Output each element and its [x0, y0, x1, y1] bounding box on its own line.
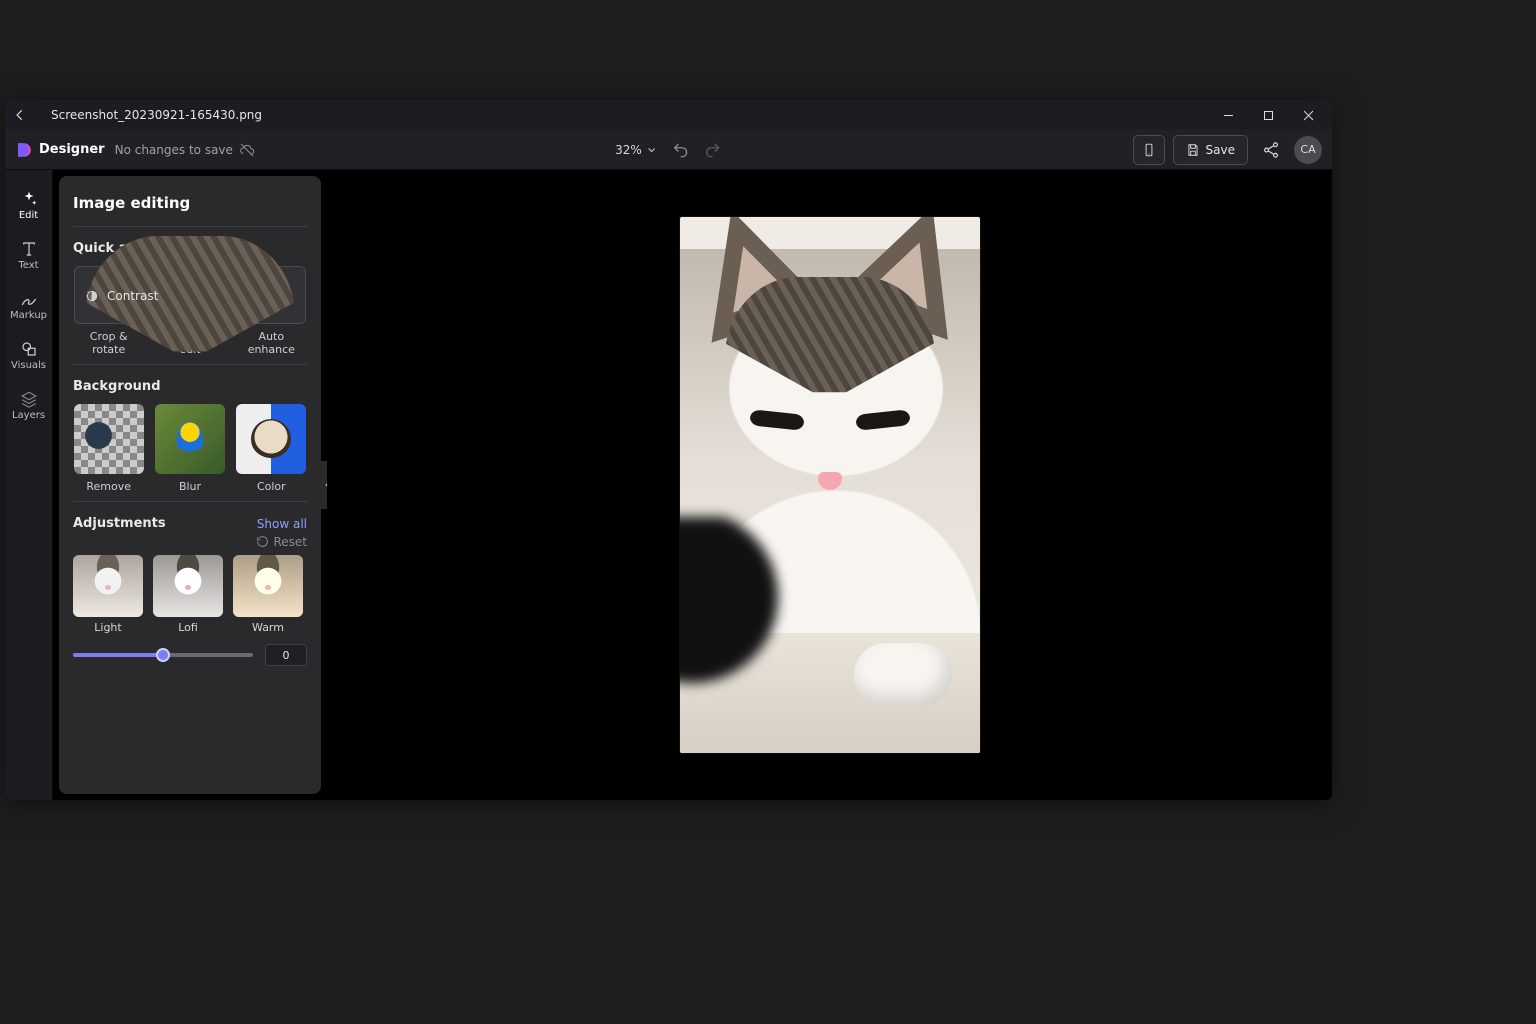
back-button[interactable] — [13, 108, 33, 122]
main-area: Edit Text Markup Visuals — [5, 170, 1332, 800]
save-status: No changes to save — [115, 142, 255, 158]
filter-light-thumb — [73, 555, 143, 617]
designer-logo-icon — [15, 141, 33, 159]
share-icon — [1262, 141, 1280, 159]
rail-layers[interactable]: Layers — [5, 380, 52, 430]
chevron-down-icon — [646, 144, 658, 156]
redo-button[interactable] — [704, 141, 722, 159]
rail-edit[interactable]: Edit — [5, 180, 52, 230]
filter-warm[interactable]: Warm — [233, 555, 303, 634]
show-all-link[interactable]: Show all — [257, 517, 307, 531]
layers-icon — [20, 390, 38, 408]
app-window: Screenshot_20230921-165430.png Designer … — [5, 100, 1332, 800]
filter-light[interactable]: Light — [73, 555, 143, 634]
rail-visuals[interactable]: Visuals — [5, 330, 52, 380]
edited-image[interactable] — [680, 217, 980, 753]
user-avatar[interactable]: CA — [1294, 136, 1322, 164]
save-icon — [1186, 143, 1200, 157]
reset-icon — [256, 535, 269, 548]
brightness-slider[interactable] — [73, 653, 253, 657]
bg-blur-thumb — [155, 404, 225, 474]
filter-warm-thumb — [233, 555, 303, 617]
window-close-button[interactable] — [1288, 100, 1328, 130]
brightness-row: Brightness 0 — [73, 644, 307, 666]
filter-lofi[interactable]: Lofi — [153, 555, 223, 634]
zoom-dropdown[interactable]: 32% — [615, 143, 658, 157]
bg-color-thumb — [236, 404, 306, 474]
reset-button[interactable]: Reset — [73, 535, 307, 549]
save-button[interactable]: Save — [1173, 135, 1248, 165]
phone-icon — [1142, 141, 1156, 159]
draw-icon — [20, 290, 38, 308]
shapes-icon — [20, 340, 38, 358]
cloud-off-icon — [239, 142, 255, 158]
contrast-label: Contrast — [107, 289, 158, 303]
bg-remove-thumb — [74, 404, 144, 474]
title-bar: Screenshot_20230921-165430.png — [5, 100, 1332, 130]
text-icon — [20, 240, 38, 258]
adjustments-heading: Adjustments — [73, 516, 166, 531]
canvas[interactable] — [327, 170, 1332, 800]
background-heading: Background — [73, 379, 307, 394]
rail-text[interactable]: Text — [5, 230, 52, 280]
bg-blur[interactable]: Blur — [154, 404, 225, 493]
share-button[interactable] — [1256, 135, 1286, 165]
bg-color[interactable]: Color — [236, 404, 307, 493]
edit-panel: Image editing Quick actions Crop & rotat… — [59, 176, 321, 794]
brightness-value: 0 — [265, 644, 307, 666]
tool-rail: Edit Text Markup Visuals — [5, 170, 53, 800]
undo-button[interactable] — [672, 141, 690, 159]
app-toolbar: Designer No changes to save 32% Save — [5, 130, 1332, 170]
app-name: Designer — [39, 142, 105, 157]
sparkle-icon — [20, 190, 38, 208]
window-minimize-button[interactable] — [1208, 100, 1248, 130]
panel-title: Image editing — [73, 194, 307, 212]
file-name: Screenshot_20230921-165430.png — [51, 108, 262, 122]
bg-remove[interactable]: Remove — [73, 404, 144, 493]
contrast-icon — [85, 289, 99, 303]
device-preview-button[interactable] — [1133, 135, 1165, 165]
filter-lofi-thumb — [153, 555, 223, 617]
window-maximize-button[interactable] — [1248, 100, 1288, 130]
rail-markup[interactable]: Markup — [5, 280, 52, 330]
